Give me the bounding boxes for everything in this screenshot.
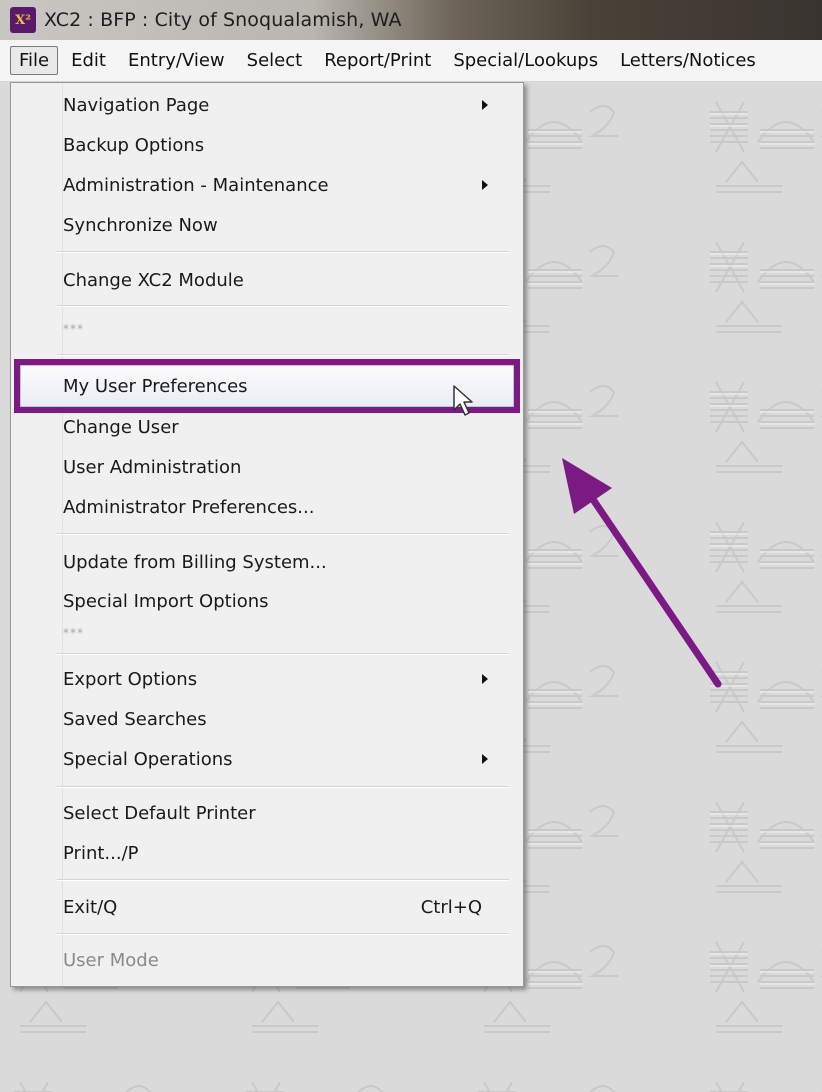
menu-item-update-from-billing-system[interactable]: Update from Billing System... (54, 543, 510, 581)
menu-item-label: Update from Billing System... (63, 551, 327, 573)
menu-item-synchronize-now[interactable]: Synchronize Now (54, 206, 510, 244)
menu-bar: File Edit Entry/View Select Report/Print… (0, 40, 822, 82)
menu-item-export-options[interactable]: Export Options (54, 660, 510, 698)
menu-item-label: Change XC2 Module (63, 269, 244, 291)
menu-item-label: User Mode (63, 949, 159, 971)
submenu-arrow-icon (482, 180, 488, 190)
menu-item-label: Export Options (63, 668, 198, 690)
menu-item-label: *** (63, 322, 84, 336)
menu-separator (57, 354, 509, 356)
menu-item-select-default-printer[interactable]: Select Default Printer (54, 794, 510, 832)
menu-item-special-operations[interactable]: Special Operations (54, 740, 510, 778)
title-bar: X² XC2 : BFP : City of Snoqualamish, WA (0, 0, 822, 40)
menu-item-label: Administration - Maintenance (63, 174, 329, 196)
menu-item-user-administration[interactable]: User Administration (54, 448, 510, 486)
menu-item-saved-searches[interactable]: Saved Searches (54, 700, 510, 738)
menu-item-change-xc2-module[interactable]: Change XC2 Module (54, 261, 510, 299)
menu-item-administrator-preferences[interactable]: Administrator Preferences... (54, 488, 510, 526)
menu-item-backup-options[interactable]: Backup Options (54, 126, 510, 164)
menu-report-print[interactable]: Report/Print (315, 46, 440, 75)
menu-item-my-user-preferences[interactable]: My User Preferences (54, 367, 510, 405)
menu-item-label: Change User (63, 416, 179, 438)
menu-item-label: Synchronize Now (63, 214, 218, 236)
menu-special-lookups[interactable]: Special/Lookups (444, 46, 607, 75)
menu-separator (57, 653, 509, 655)
menu-separator (57, 786, 509, 788)
window-title: XC2 : BFP : City of Snoqualamish, WA (44, 9, 402, 31)
submenu-arrow-icon (482, 754, 488, 764)
menu-edit[interactable]: Edit (62, 46, 115, 75)
menu-item-label: My User Preferences (63, 375, 248, 397)
app-logo-icon: X² (10, 7, 36, 33)
menu-item-label: User Administration (63, 456, 242, 478)
menu-item-navigation-page[interactable]: Navigation Page (54, 86, 510, 124)
menu-item-label: Administrator Preferences... (63, 496, 315, 518)
menu-item-label: Select Default Printer (63, 802, 256, 824)
submenu-arrow-icon (482, 674, 488, 684)
menu-item-change-user[interactable]: Change User (54, 408, 510, 446)
menu-letters-notices[interactable]: Letters/Notices (611, 46, 765, 75)
menu-item-label: Special Operations (63, 748, 233, 770)
submenu-arrow-icon (482, 100, 488, 110)
menu-item-administration-maintenance[interactable]: Administration - Maintenance (54, 166, 510, 204)
menu-item-label: Backup Options (63, 134, 205, 156)
menu-item-label: *** (63, 626, 84, 640)
menu-separator (57, 251, 509, 253)
menu-file[interactable]: File (10, 46, 59, 75)
menu-item-placeholder: *** (54, 310, 510, 348)
mouse-cursor-icon (453, 385, 473, 416)
menu-item-print[interactable]: Print.../P (54, 834, 510, 872)
menu-select[interactable]: Select (238, 46, 312, 75)
menu-item-label: Exit/Q (63, 896, 118, 918)
menu-item-label: Special Import Options (63, 590, 269, 612)
menu-item-label: Saved Searches (63, 708, 207, 730)
menu-item-placeholder: *** (54, 614, 510, 652)
menu-item-user-mode: User Mode (54, 941, 510, 979)
menu-separator (57, 933, 509, 935)
menu-separator (57, 879, 509, 881)
menu-item-exit[interactable]: Exit/Q Ctrl+Q (54, 888, 510, 926)
menu-item-label: Print.../P (63, 842, 139, 864)
menu-separator (57, 533, 509, 535)
menu-item-label: Navigation Page (63, 94, 210, 116)
menu-separator (57, 305, 509, 307)
menu-entry-view[interactable]: Entry/View (119, 46, 234, 75)
menu-item-shortcut: Ctrl+Q (420, 896, 482, 918)
